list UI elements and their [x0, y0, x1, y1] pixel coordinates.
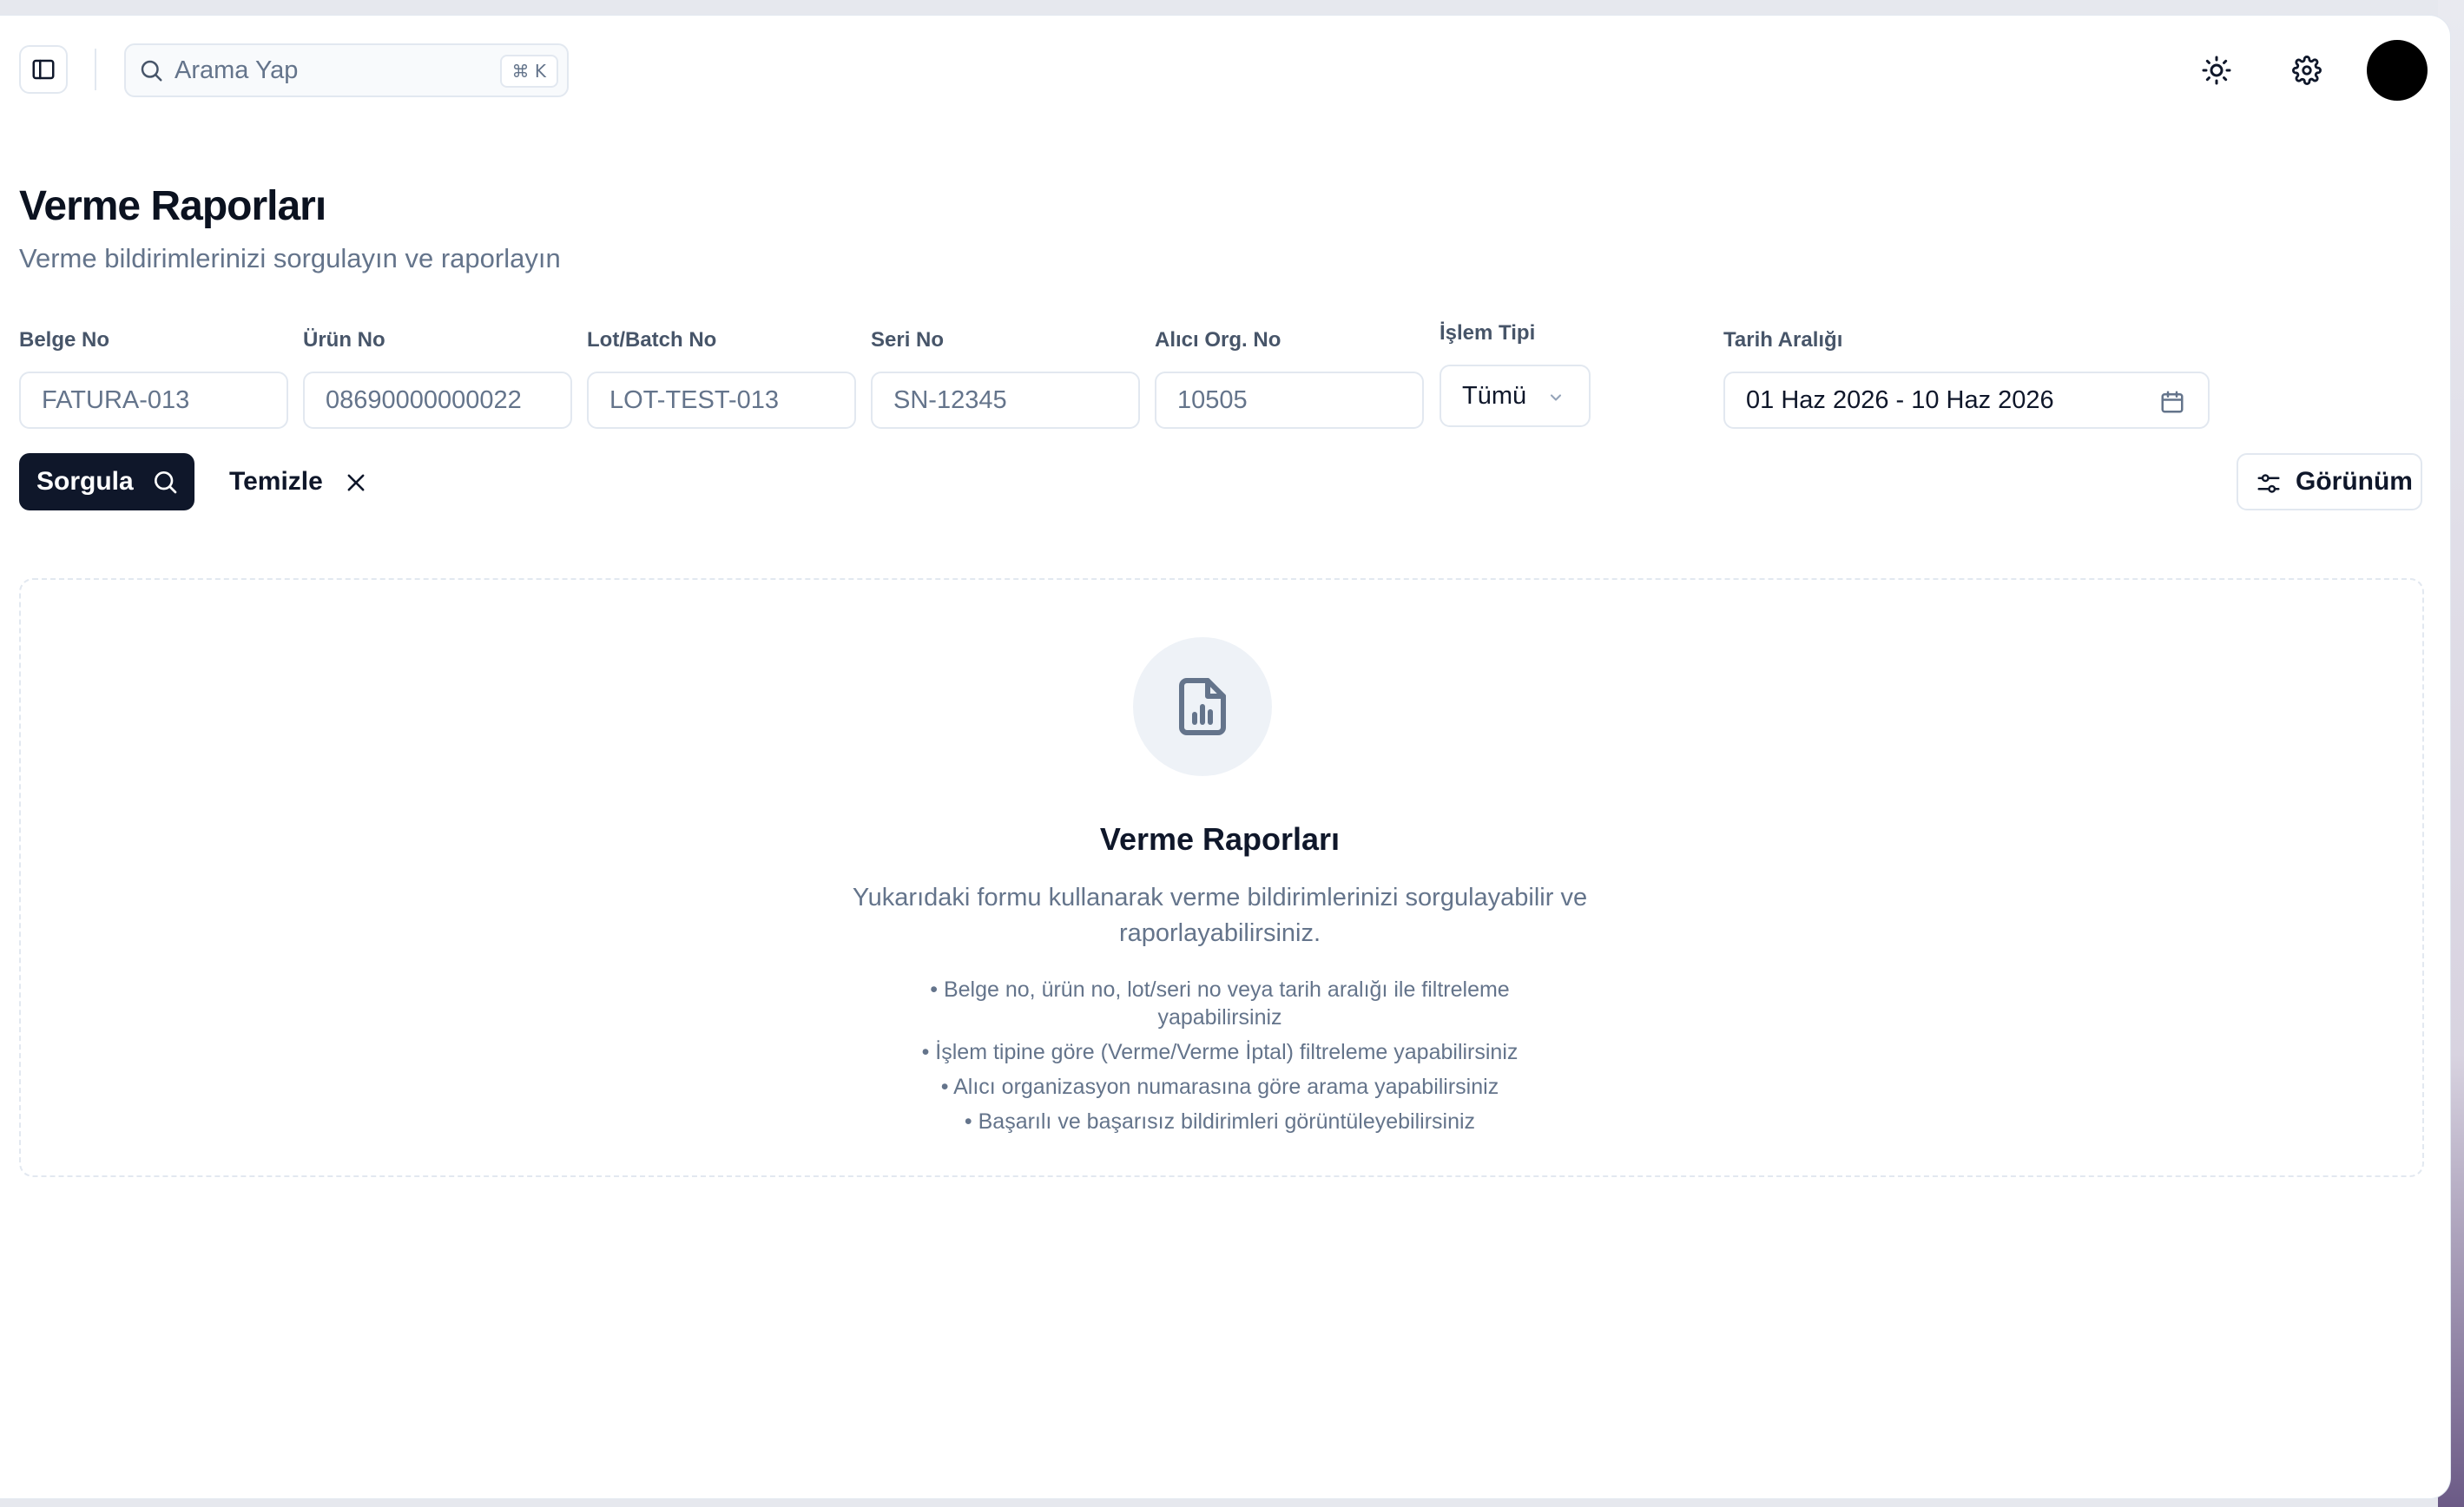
belge-no-label: Belge No	[19, 328, 110, 352]
search-icon	[141, 60, 162, 82]
sidebar-toggle-button[interactable]	[19, 45, 68, 94]
clear-button-label: Temizle	[229, 467, 323, 496]
belge-no-input[interactable]: FATURA-013	[19, 372, 288, 429]
theme-toggle-button[interactable]	[2195, 49, 2238, 92]
islem-tipi-label: İşlem Tipi	[1440, 321, 1536, 345]
alici-org-input[interactable]: 10505	[1155, 372, 1424, 429]
date-range-value: 01 Haz 2026 - 10 Haz 2026	[1746, 385, 2054, 414]
empty-state-description: Yukarıdaki formu kullanarak verme bildir…	[852, 884, 1588, 947]
clear-button[interactable]: Temizle	[215, 453, 380, 510]
file-chart-icon	[1179, 678, 1226, 735]
tip-item: • Belge no, ürün no, lot/seri no veya ta…	[930, 977, 1510, 1030]
sidebar-panel-icon	[32, 59, 55, 80]
empty-state-tips: • Belge no, ürün no, lot/seri no veya ta…	[868, 976, 1571, 1142]
tip-item: • Alıcı organizasyon numarasına göre ara…	[940, 1075, 1499, 1099]
avatar[interactable]	[2367, 40, 2428, 101]
settings-button[interactable]	[2285, 49, 2329, 92]
urun-no-label: Ürün No	[303, 328, 385, 352]
lot-no-label: Lot/Batch No	[587, 328, 717, 352]
empty-state-title: Verme Raporları	[1099, 821, 1341, 857]
sun-icon	[2202, 56, 2231, 85]
sliders-icon	[2257, 474, 2280, 493]
calendar-icon	[2161, 391, 2184, 413]
topbar-divider	[95, 49, 96, 90]
query-button-label: Sorgula	[36, 467, 134, 496]
tarih-label: Tarih Aralığı	[1723, 328, 1843, 352]
alici-org-label: Alıcı Org. No	[1155, 328, 1281, 352]
search-placeholder: Arama Yap	[175, 56, 299, 84]
view-options-button[interactable]: Görünüm	[2237, 453, 2422, 510]
search-shortcut-badge: ⌘ K	[499, 55, 558, 88]
close-icon	[347, 474, 365, 491]
page-title: Verme Raporları	[19, 183, 326, 229]
search-input[interactable]: Arama Yap ⌘ K	[124, 43, 569, 97]
seri-no-input[interactable]: SN-12345	[871, 372, 1140, 429]
chevron-down-icon	[1550, 394, 1562, 401]
lot-no-input[interactable]: LOT-TEST-013	[587, 372, 856, 429]
app-window: Arama Yap ⌘ K Verme Raporları Verme bild…	[0, 16, 2450, 1498]
view-options-label: Görünüm	[2296, 467, 2413, 496]
urun-no-input[interactable]: 08690000000022	[303, 372, 572, 429]
tip-item: • Başarılı ve başarısız bildirimleri gör…	[964, 1109, 1476, 1134]
search-icon	[155, 471, 177, 494]
islem-tipi-select[interactable]: Tümü	[1440, 365, 1591, 427]
tip-item: • İşlem tipine göre (Verme/Verme İptal) …	[921, 1040, 1519, 1064]
query-button[interactable]: Sorgula	[19, 453, 194, 510]
seri-no-label: Seri No	[871, 328, 945, 352]
top-bar: Arama Yap ⌘ K	[0, 16, 2450, 127]
page-subtitle: Verme bildirimlerinizi sorgulayın ve rap…	[19, 243, 561, 273]
date-range-picker[interactable]: 01 Haz 2026 - 10 Haz 2026	[1723, 372, 2210, 429]
islem-tipi-value: Tümü	[1462, 381, 1527, 410]
gear-icon	[2292, 56, 2322, 85]
empty-state-icon-circle	[1133, 637, 1272, 776]
